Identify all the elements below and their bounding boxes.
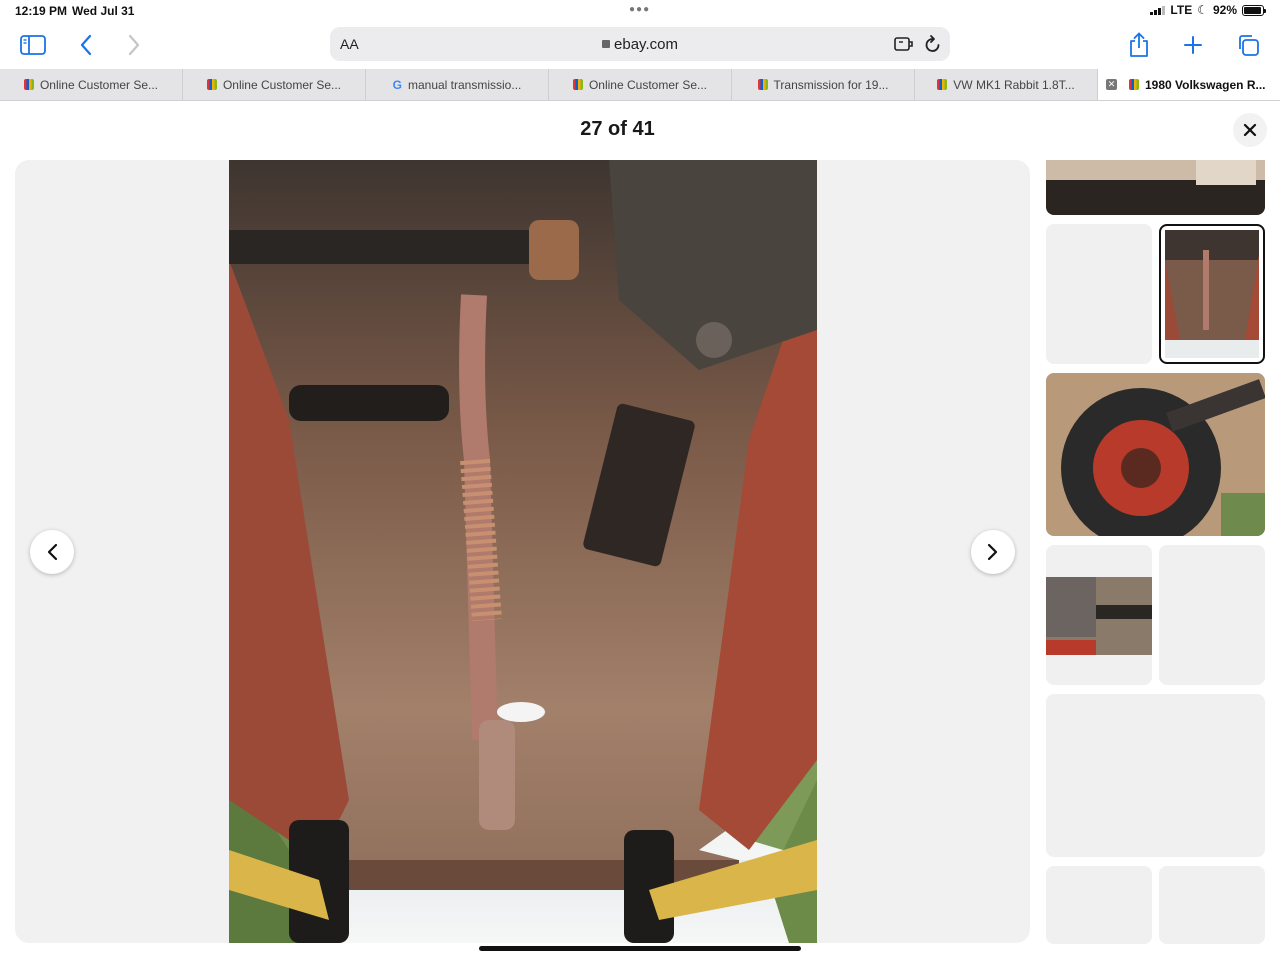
status-indicators: LTE ☾ 92% (1150, 3, 1266, 17)
close-viewer-button[interactable] (1233, 113, 1267, 147)
address-bar[interactable]: AA ebay.com (330, 27, 950, 61)
back-icon[interactable] (70, 29, 102, 61)
tab-bar: Online Customer Se... Online Customer Se… (0, 69, 1280, 101)
browser-toolbar: AA ebay.com (0, 22, 1280, 68)
tab-item[interactable]: VW MK1 Rabbit 1.8T... (915, 69, 1098, 100)
ebay-favicon-icon (206, 79, 217, 90)
tab-label: 1980 Volkswagen R... (1145, 77, 1266, 92)
extension-icon[interactable] (894, 35, 914, 58)
tab-item-active[interactable]: ✕ 1980 Volkswagen R... (1098, 69, 1280, 100)
next-image-button[interactable] (971, 530, 1015, 574)
thumbnail[interactable] (1046, 373, 1265, 536)
image-stage (15, 160, 1030, 943)
ebay-favicon-icon (23, 79, 34, 90)
chevron-right-icon (987, 543, 998, 561)
network-label: LTE (1170, 3, 1193, 17)
signal-icon (1150, 5, 1166, 15)
ebay-favicon-icon (1129, 79, 1139, 90)
thumbnail[interactable] (1159, 545, 1265, 685)
thumbnail[interactable] (1046, 545, 1152, 685)
battery-icon (1242, 4, 1266, 16)
thumbnail[interactable] (1046, 160, 1265, 215)
tab-item[interactable]: Gmanual transmissio... (366, 69, 549, 100)
ebay-favicon-icon (572, 79, 583, 90)
tab-item[interactable]: Online Customer Se... (549, 69, 732, 100)
thumbnail[interactable] (1046, 224, 1152, 364)
tab-label: Online Customer Se... (39, 77, 159, 92)
status-date: Wed Jul 31 (72, 4, 135, 18)
ebay-favicon-icon (937, 79, 948, 90)
forward-icon[interactable] (118, 29, 150, 61)
tab-label: Transmission for 19... (773, 77, 889, 92)
previous-image-button[interactable] (30, 530, 74, 574)
home-indicator[interactable] (479, 946, 801, 951)
tab-label: Online Customer Se... (222, 77, 342, 92)
image-counter: 27 of 41 (580, 118, 655, 140)
tab-item[interactable]: Transmission for 19... (732, 69, 915, 100)
status-time: 12:19 PM (15, 4, 68, 18)
thumbnail-strip (1046, 160, 1265, 944)
sidebar-icon[interactable] (17, 29, 49, 61)
thumbnail[interactable] (1046, 866, 1152, 944)
tab-label: Online Customer Se... (588, 77, 708, 92)
tab-close-icon[interactable]: ✕ (1106, 79, 1117, 90)
tab-label: manual transmissio... (407, 77, 522, 92)
tab-label: VW MK1 Rabbit 1.8T... (953, 77, 1075, 92)
thumbnail[interactable] (1159, 866, 1265, 944)
chevron-left-icon (47, 543, 58, 561)
url-display[interactable]: ebay.com (330, 36, 950, 53)
ebay-favicon-icon (757, 79, 768, 90)
reload-icon[interactable] (924, 34, 942, 59)
main-photo[interactable] (229, 160, 817, 943)
tab-item[interactable]: Online Customer Se... (183, 69, 366, 100)
tab-item[interactable]: Online Customer Se... (0, 69, 183, 100)
new-tab-icon[interactable] (1177, 29, 1209, 61)
status-bar: 12:19 PM Wed Jul 31 ●●● LTE ☾ 92% (0, 0, 1280, 22)
share-icon[interactable] (1123, 29, 1155, 61)
moon-icon: ☾ (1197, 3, 1208, 17)
battery-label: 92% (1212, 3, 1237, 17)
thumbnail-selected[interactable] (1159, 224, 1265, 364)
multitasking-dots-icon[interactable]: ●●● (629, 4, 650, 15)
url-text: ebay.com (614, 36, 678, 53)
lock-icon (602, 40, 611, 48)
close-icon (1243, 123, 1257, 137)
tabs-overview-icon[interactable] (1232, 29, 1264, 61)
thumbnail[interactable] (1046, 694, 1265, 857)
google-favicon-icon: G (392, 77, 402, 92)
